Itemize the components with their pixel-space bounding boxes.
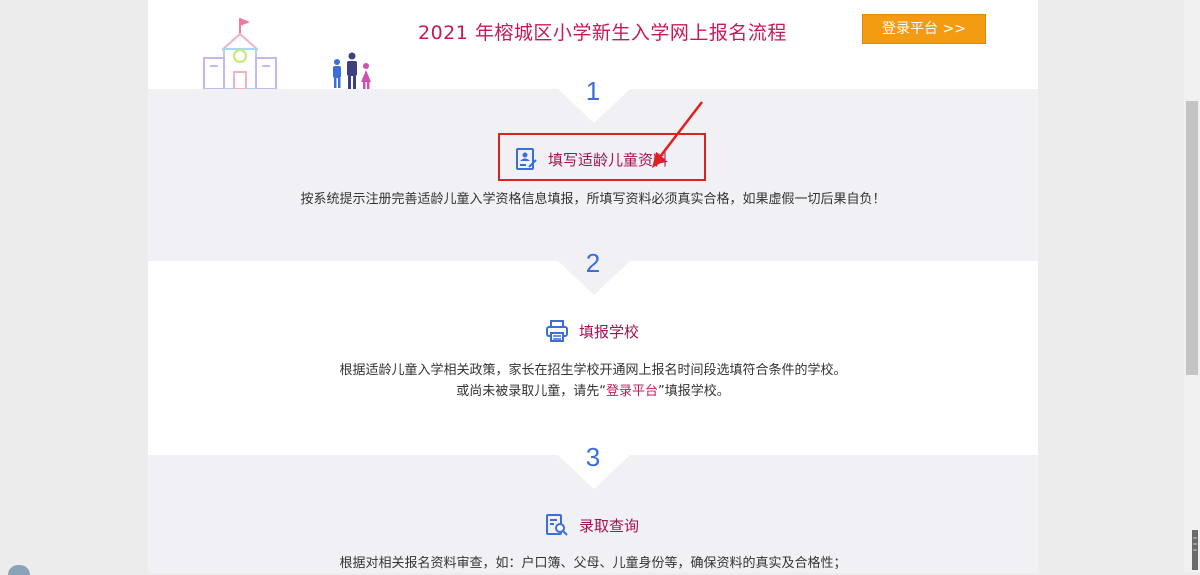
step-title-label: 填报学校 bbox=[579, 322, 640, 341]
printer-icon bbox=[546, 320, 568, 342]
step-description-line: 根据对相关报名资料审查，如：户口簿、父母、儿童身份等，确保资料的真实及合格性； bbox=[339, 556, 847, 571]
step-description-line: 根据适龄儿童入学相关政策，家长在招生学校开通网上报名时间段选填符合条件的学校。 bbox=[339, 363, 847, 378]
step-description: 根据对相关报名资料审查，如：户口簿、父母、儿童身份等，确保资料的真实及合格性； bbox=[148, 553, 1038, 573]
step-number: 2 bbox=[585, 248, 601, 278]
step-3: 3 录取查询 根据对相关报名资料审查，如：户口簿、父母、儿童身份等，确保资料的真… bbox=[148, 442, 1038, 573]
step-title-label: 录取查询 bbox=[579, 516, 640, 535]
login-platform-button[interactable]: 登录平台 >> bbox=[862, 14, 986, 44]
search-document-icon bbox=[546, 514, 568, 536]
login-platform-link[interactable]: 登录平台 bbox=[606, 384, 658, 399]
step-description: 按系统提示注册完善适龄儿童入学资格信息填报，所填写资料必须真实合格，如果虚假一切… bbox=[148, 189, 1038, 210]
page-title: 2021 年榕城区小学新生入学网上报名流程 bbox=[418, 22, 787, 44]
annotation-arrow-icon bbox=[652, 101, 703, 168]
desc-text: 或尚未被录取儿童，请先“ bbox=[456, 384, 606, 399]
step-title-fill-school[interactable]: 填报学校 bbox=[545, 319, 639, 343]
main-content: 2021 年榕城区小学新生入学网上报名流程 登录平台 >> 1 填写适龄儿童资料… bbox=[148, 0, 1038, 573]
step-number: 3 bbox=[585, 442, 601, 472]
step-description-line: 按系统提示注册完善适龄儿童入学资格信息填报，所填写资料必须真实合格，如果虚假一切… bbox=[300, 192, 886, 207]
scrollbar-thumb[interactable] bbox=[1186, 101, 1198, 375]
step-description-line-2: 或尚未被录取儿童，请先“登录平台”填报学校。 bbox=[148, 381, 1038, 402]
desc-text: ”填报学校。 bbox=[658, 384, 730, 399]
step-title-admission-query[interactable]: 录取查询 bbox=[545, 513, 639, 537]
step-number: 1 bbox=[585, 76, 601, 106]
step-description: 根据适龄儿童入学相关政策，家长在招生学校开通网上报名时间段选填符合条件的学校。 … bbox=[148, 360, 1038, 402]
corner-widget-icon[interactable] bbox=[8, 565, 30, 575]
resize-grip-icon bbox=[1192, 530, 1198, 570]
step-2: 2 填报学校 根据适龄儿童入学相关政策，家长在招生学校开通网上报名时间段选填符合… bbox=[148, 248, 1038, 455]
